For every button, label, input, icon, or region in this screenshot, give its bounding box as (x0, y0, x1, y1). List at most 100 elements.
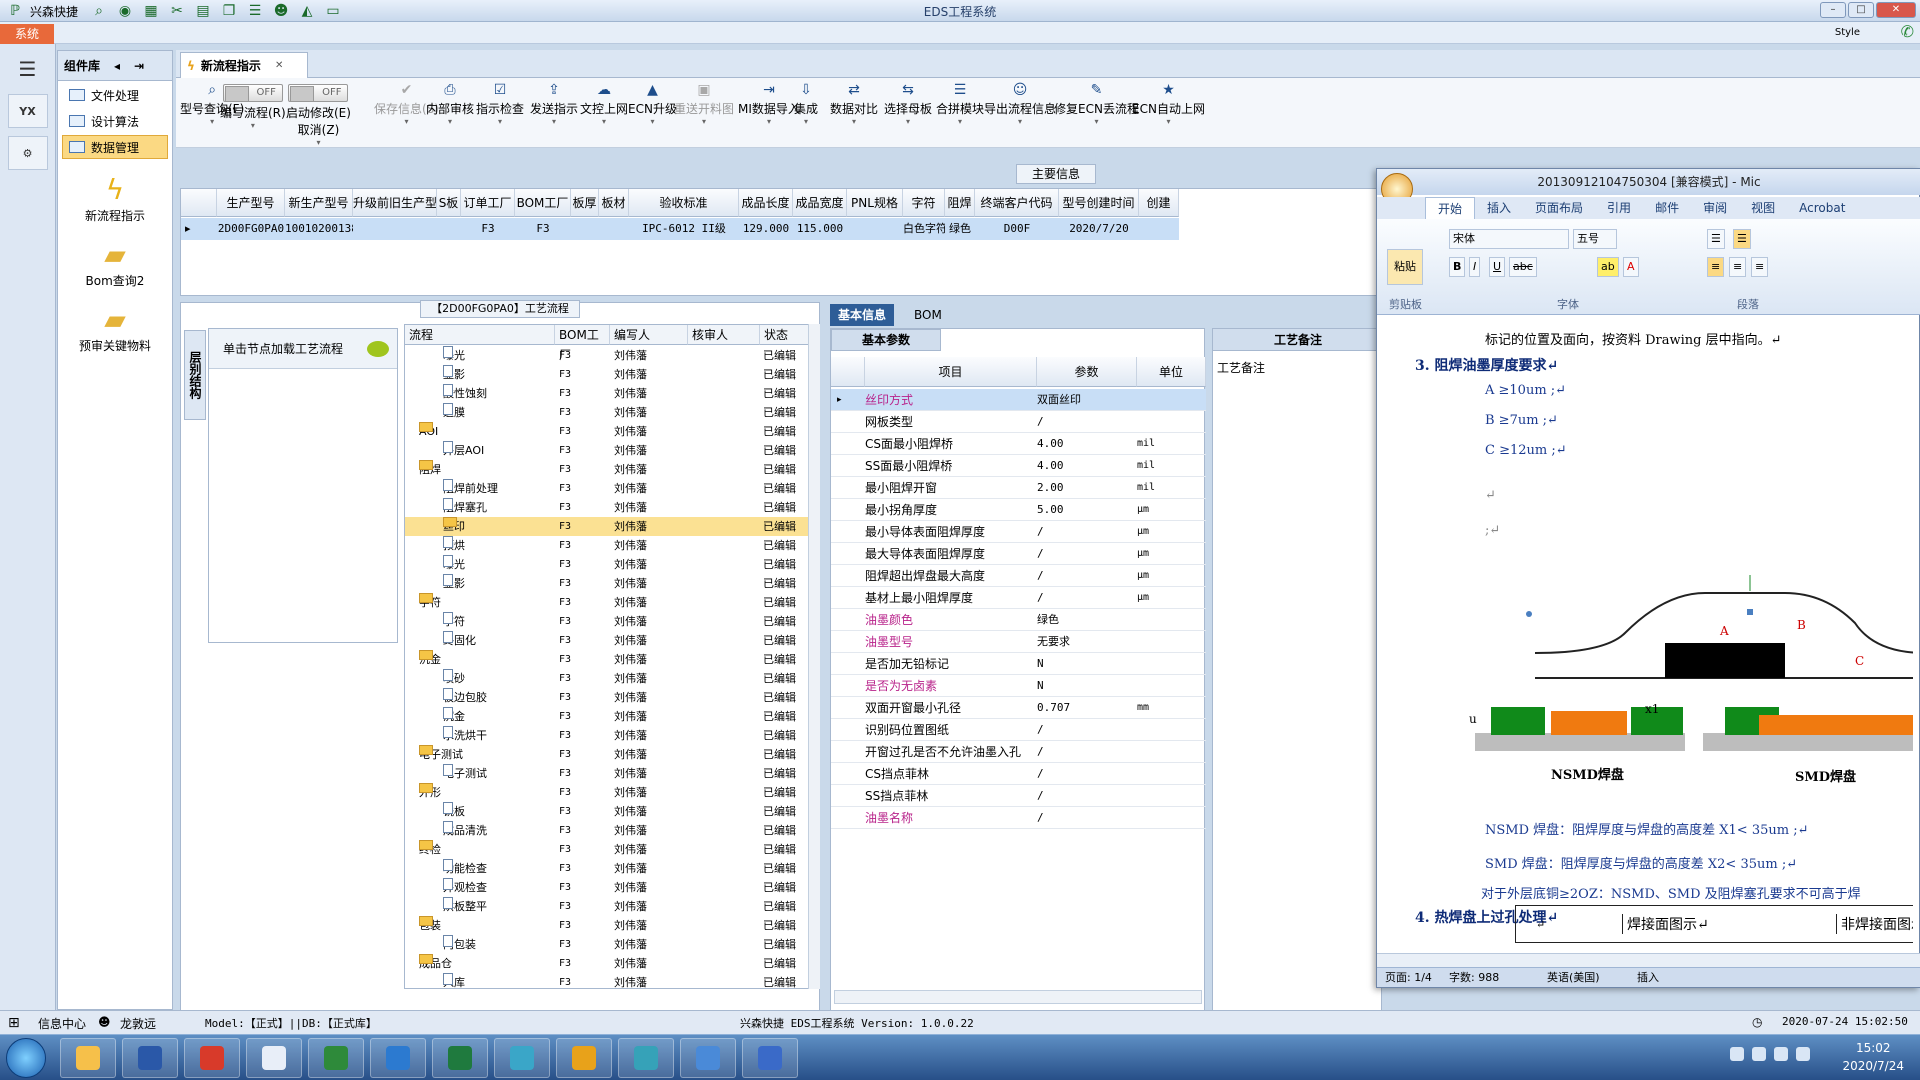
align-center-button[interactable]: ≡ (1729, 257, 1747, 277)
toolbar-button[interactable]: ☑ 指示检查 ▾ (476, 82, 524, 126)
tree-column-header[interactable]: 状态 (760, 325, 808, 345)
close-button[interactable]: ✕ (1876, 2, 1916, 18)
grid-column-header[interactable]: S板 (437, 189, 461, 217)
dropdown-arrow-icon[interactable]: ▾ (936, 117, 984, 126)
highlight-button[interactable]: ab (1597, 257, 1619, 277)
dropdown-arrow-icon[interactable]: ▾ (884, 117, 932, 126)
tree-node[interactable]: 退膜 (443, 403, 465, 422)
eye-app-icon[interactable] (494, 1038, 550, 1078)
big-item[interactable]: ▰ Bom查询2 (58, 238, 172, 289)
params-row[interactable]: CS挡点菲林 / (831, 763, 1206, 785)
style-menu[interactable]: Style (1835, 27, 1860, 38)
ribbon-tab[interactable]: 插入 (1475, 197, 1523, 219)
grid-column-header[interactable]: 型号创建时间 (1059, 189, 1139, 217)
tree-row[interactable]: 成品清洗 F3 刘伟藩 已编辑 (405, 821, 808, 840)
tree-row[interactable]: 铣板 F3 刘伟藩 已编辑 (405, 802, 808, 821)
tree-node[interactable]: 入库 (443, 973, 465, 988)
grid-column-header[interactable]: 新生产型号 (285, 189, 353, 217)
tree-row[interactable]: −沉金 F3 刘伟藩 已编辑 (405, 650, 808, 669)
grid-cell[interactable]: F3 (461, 218, 515, 240)
subtab-basic-params[interactable]: 基本参数 (831, 329, 941, 351)
tree-row[interactable]: 入库 F3 刘伟藩 已编辑 (405, 973, 808, 988)
params-column-header[interactable]: 单位 (1137, 357, 1206, 387)
x-app-icon[interactable] (556, 1038, 612, 1078)
notepad-app-icon[interactable] (246, 1038, 302, 1078)
grid-cell[interactable]: 129.000 (739, 218, 793, 240)
nav-item[interactable]: 设计算法 (62, 109, 168, 133)
params-row[interactable]: CS面最小阻焊桥 4.00 mil (831, 433, 1206, 455)
tree-node[interactable]: −包装 (419, 916, 441, 935)
toolbar-button[interactable]: ⇄ 数据对比 ▾ (830, 82, 878, 126)
tree-column-header[interactable]: 流程 (405, 325, 555, 345)
tree-node[interactable]: 丝印 (443, 517, 465, 536)
font-size-select[interactable]: 五号 (1573, 229, 1617, 249)
tree-node[interactable]: −AOI (419, 422, 438, 441)
params-row[interactable]: SS面最小阻焊桥 4.00 mil (831, 455, 1206, 477)
params-row[interactable]: 油墨名称 / (831, 807, 1206, 829)
green-app-icon[interactable] (308, 1038, 364, 1078)
tab-basic-info[interactable]: 基本信息 (830, 304, 895, 326)
tree-node[interactable]: −成品仓 (419, 954, 452, 973)
tray-icon[interactable] (1774, 1047, 1788, 1061)
minimize-button[interactable]: – (1820, 2, 1846, 18)
tree-node[interactable]: 显影 (443, 365, 465, 384)
numbering-button[interactable]: ☰ (1733, 229, 1751, 249)
tree-node[interactable]: −终检 (419, 840, 441, 859)
tools-icon[interactable]: ⚙ (7, 136, 48, 170)
search-app-icon[interactable] (680, 1038, 736, 1078)
params-row[interactable]: 基材上最小阻焊厚度 / μm (831, 587, 1206, 609)
param-value[interactable]: / (1037, 565, 1137, 587)
param-value[interactable]: / (1037, 543, 1137, 565)
grid-cell[interactable]: F3 (515, 218, 571, 240)
bullets-button[interactable]: ☰ (1707, 229, 1725, 249)
grid-column-header[interactable]: 字符 (903, 189, 945, 217)
grid-cell[interactable] (353, 218, 437, 240)
tree-row[interactable]: 电子测试 F3 刘伟藩 已编辑 (405, 764, 808, 783)
tree-node[interactable]: 沉金 (443, 707, 465, 726)
menu-icon[interactable]: ☰ (8, 52, 48, 86)
params-row[interactable]: 最大导体表面阻焊厚度 / μm (831, 543, 1206, 565)
strikethrough-button[interactable]: abc (1509, 257, 1537, 277)
tree-row[interactable]: 板边包胶 F3 刘伟藩 已编辑 (405, 688, 808, 707)
tree-node[interactable]: 预烘 (443, 536, 465, 555)
params-row[interactable]: 网板类型 / (831, 411, 1206, 433)
toolbar-button[interactable]: ⇆ 选择母板 ▾ (884, 82, 932, 126)
pin-icon[interactable]: ⇥ (134, 59, 144, 73)
italic-button[interactable]: I (1469, 257, 1481, 277)
toolbar-button[interactable]: ☰ 合拼模块 ▾ (936, 82, 984, 126)
grid-column-header[interactable]: 终端客户代码 (975, 189, 1059, 217)
toggle-switch[interactable]: OFF (288, 84, 349, 102)
phone-icon[interactable]: ✆ (1901, 22, 1914, 41)
ribbon-tab[interactable]: 开始 (1425, 197, 1476, 219)
tree-row[interactable]: −阻焊 F3 刘伟藩 已编辑 (405, 460, 808, 479)
dropdown-arrow-icon[interactable]: ▾ (476, 117, 524, 126)
grid-cell[interactable]: D00F (975, 218, 1059, 240)
param-value[interactable]: 5.00 (1037, 499, 1137, 521)
hint-row[interactable]: 单击节点加载工艺流程 (209, 329, 397, 369)
grid-cell[interactable]: 白色字符 (903, 218, 945, 240)
row-selector[interactable]: ▸ (181, 218, 217, 240)
nav-item[interactable]: 文件处理 (62, 83, 168, 107)
tree-row[interactable]: −电子测试 F3 刘伟藩 已编辑 (405, 745, 808, 764)
save-app-icon[interactable] (122, 1038, 178, 1078)
word-document[interactable]: 标记的位置及面向，按资料 Drawing 层中指向。↵ 3. 阻焊油墨厚度要求↵… (1385, 323, 1913, 943)
grid-column-header[interactable]: 创建 (1139, 189, 1179, 217)
tree-row[interactable]: 水洗烘干 F3 刘伟藩 已编辑 (405, 726, 808, 745)
tree-row[interactable]: 阻焊前处理 F3 刘伟藩 已编辑 (405, 479, 808, 498)
tree-node[interactable]: 板边包胶 (443, 688, 487, 707)
tree-row[interactable]: 字符 F3 刘伟藩 已编辑 (405, 612, 808, 631)
grid-column-header[interactable]: 阻焊 (945, 189, 975, 217)
underline-button[interactable]: U (1489, 257, 1506, 277)
param-value[interactable]: 双面丝印 (1037, 389, 1137, 411)
grid-cell[interactable] (437, 218, 461, 240)
tree-row[interactable]: 烘板整平 F3 刘伟藩 已编辑 (405, 897, 808, 916)
align-left-button[interactable]: ≡ (1707, 257, 1725, 277)
nav-item[interactable]: 数据管理 (62, 135, 168, 159)
param-value[interactable]: 4.00 (1037, 455, 1137, 477)
tree-node[interactable]: 字符 (443, 612, 465, 631)
params-row[interactable]: 最小拐角厚度 5.00 μm (831, 499, 1206, 521)
tree-row[interactable]: 曝光 F3 刘伟藩 已编辑 (405, 555, 808, 574)
tree-node[interactable]: 外观检查 (443, 878, 487, 897)
tree-node[interactable]: 铣板 (443, 802, 465, 821)
tree-node[interactable]: 曝光 (443, 346, 465, 365)
